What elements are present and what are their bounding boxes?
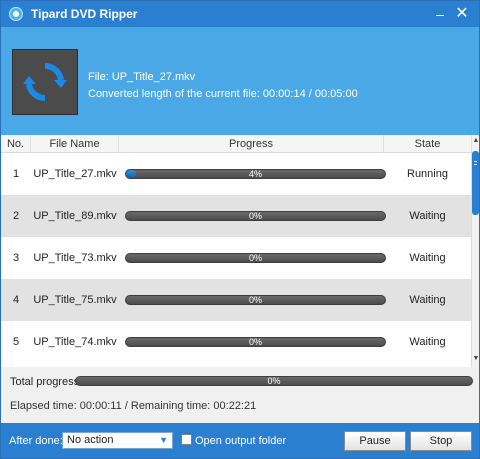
row-progress-text: 0% bbox=[248, 253, 262, 263]
row-progress-bar: 0% bbox=[125, 337, 386, 347]
row-file-name: UP_Title_75.mkv bbox=[33, 294, 117, 306]
current-file-panel: File: UP_Title_27.mkv Converted length o… bbox=[1, 27, 479, 135]
row-state: Running bbox=[407, 168, 448, 180]
header-progress[interactable]: Progress bbox=[119, 135, 384, 153]
total-progress-label: Total progress: bbox=[10, 376, 83, 388]
refresh-icon bbox=[12, 49, 78, 115]
table-row[interactable]: 2 UP_Title_89.mkv 0% Waiting bbox=[1, 195, 471, 237]
row-number: 2 bbox=[12, 210, 20, 222]
after-done-label: After done: bbox=[9, 435, 63, 447]
after-done-select[interactable]: No action ▼ bbox=[62, 432, 173, 449]
table-body: 1 UP_Title_27.mkv 4% Running 2 UP_Title_… bbox=[1, 153, 471, 367]
elapsed-time: Elapsed time: 00:00:11 / Remaining time:… bbox=[10, 400, 257, 412]
header-no[interactable]: No. bbox=[1, 135, 31, 153]
window-title: Tipard DVD Ripper bbox=[31, 7, 138, 21]
chevron-down-icon[interactable]: ▼ bbox=[159, 433, 168, 448]
row-number: 4 bbox=[12, 294, 20, 306]
header-file-name[interactable]: File Name bbox=[31, 135, 119, 153]
scroll-down-icon[interactable]: ▼ bbox=[472, 355, 480, 365]
row-progress-bar: 4% bbox=[125, 169, 386, 179]
row-state: Waiting bbox=[409, 210, 446, 222]
after-done-value: No action bbox=[67, 434, 114, 446]
table-row[interactable]: 3 UP_Title_73.mkv 0% Waiting bbox=[1, 237, 471, 279]
row-state: Waiting bbox=[409, 294, 446, 306]
row-progress-text: 0% bbox=[248, 211, 262, 221]
row-progress-text: 0% bbox=[248, 295, 262, 305]
total-progress-text: 0% bbox=[267, 376, 281, 386]
row-number: 1 bbox=[12, 168, 20, 180]
scroll-up-icon[interactable]: ▲ bbox=[472, 137, 480, 147]
table-row[interactable]: 1 UP_Title_27.mkv 4% Running bbox=[1, 153, 471, 195]
task-table: No. File Name Progress State 1 UP_Title_… bbox=[1, 135, 479, 367]
total-progress-bar: 0% bbox=[75, 376, 473, 386]
converted-length: Converted length of the current file: 00… bbox=[88, 88, 358, 100]
row-file-name: UP_Title_27.mkv bbox=[33, 168, 117, 180]
table-header: No. File Name Progress State bbox=[1, 135, 471, 153]
pause-button[interactable]: Pause bbox=[344, 431, 406, 451]
row-progress-bar: 0% bbox=[125, 295, 386, 305]
stop-button[interactable]: Stop bbox=[410, 431, 472, 451]
row-number: 5 bbox=[12, 336, 20, 348]
row-file-name: UP_Title_89.mkv bbox=[33, 210, 117, 222]
table-row[interactable]: 5 UP_Title_74.mkv 0% Waiting bbox=[1, 321, 471, 363]
scrollbar-grip-icon bbox=[474, 161, 477, 165]
row-progress-text: 4% bbox=[248, 169, 262, 179]
row-file-name: UP_Title_74.mkv bbox=[33, 336, 117, 348]
row-progress-bar: 0% bbox=[125, 211, 386, 221]
header-state[interactable]: State bbox=[384, 135, 471, 153]
app-logo-icon bbox=[9, 7, 23, 21]
current-file-info: File: UP_Title_27.mkv Converted length o… bbox=[88, 69, 358, 103]
bottom-bar: After done: No action ▼ Open output fold… bbox=[1, 423, 479, 458]
row-progress-bar: 0% bbox=[125, 253, 386, 263]
row-number: 3 bbox=[12, 252, 20, 264]
row-state: Waiting bbox=[409, 336, 446, 348]
open-output-folder-label[interactable]: Open output folder bbox=[195, 435, 286, 447]
minimize-button[interactable]: – bbox=[431, 5, 449, 23]
title-bar[interactable]: Tipard DVD Ripper – ✕ bbox=[1, 1, 479, 27]
table-row[interactable]: 4 UP_Title_75.mkv 0% Waiting bbox=[1, 279, 471, 321]
table-scrollbar[interactable]: ▲ ▼ bbox=[471, 135, 479, 367]
open-output-folder-checkbox[interactable] bbox=[181, 434, 192, 445]
row-file-name: UP_Title_73.mkv bbox=[33, 252, 117, 264]
total-progress-panel: Total progress: 0% Elapsed time: 00:00:1… bbox=[1, 367, 479, 423]
app-window: Tipard DVD Ripper – ✕ File: UP_Title_27.… bbox=[0, 0, 480, 459]
row-state: Waiting bbox=[409, 252, 446, 264]
close-button[interactable]: ✕ bbox=[453, 5, 471, 23]
current-file-name: File: UP_Title_27.mkv bbox=[88, 71, 196, 83]
row-progress-text: 0% bbox=[248, 337, 262, 347]
